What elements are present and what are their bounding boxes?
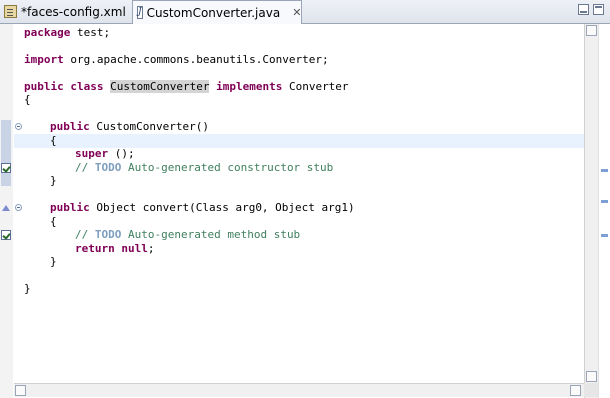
task-marker-icon[interactable] <box>1 163 11 173</box>
code-line: // TODO Auto-generated method stub <box>75 228 300 241</box>
scrollbar-corner <box>584 383 598 397</box>
code-line: } <box>50 174 57 187</box>
editor-window: *faces-config.xml J CustomConverter.java… <box>0 0 610 398</box>
horizontal-scrollbar[interactable] <box>14 383 584 397</box>
overview-marker[interactable] <box>601 234 608 237</box>
code-text-span: test; <box>70 26 111 39</box>
highlighted-identifier: CustomConverter <box>110 80 210 93</box>
annotation-ruler <box>0 24 13 398</box>
code-line: // TODO Auto-generated constructor stub <box>75 161 333 174</box>
code-line: { <box>50 134 57 147</box>
tab-label: *faces-config.xml <box>21 4 126 19</box>
keyword: return <box>75 242 115 255</box>
scroll-left-icon[interactable] <box>15 385 26 396</box>
overview-ruler <box>598 24 610 398</box>
code-text-span: Converter <box>282 80 349 93</box>
code-text-span: Object convert(Class arg0, Object arg1) <box>89 201 355 214</box>
code-text-span: { <box>24 93 31 106</box>
keyword: public <box>50 201 90 214</box>
keyword: super <box>75 147 109 160</box>
tab-label: CustomConverter.java <box>146 5 281 20</box>
editor-tab-bar: *faces-config.xml J CustomConverter.java… <box>0 0 610 24</box>
code-text-span: } <box>24 282 31 295</box>
todo-tag: TODO <box>94 161 122 174</box>
code-line: { <box>50 215 57 228</box>
todo-tag: TODO <box>94 228 122 241</box>
close-icon[interactable]: ✕ <box>292 6 301 19</box>
current-line-highlight <box>14 134 584 148</box>
comment: // <box>75 161 95 174</box>
scroll-up-icon[interactable] <box>586 25 597 36</box>
code-line: import org.apache.commons.beanutils.Conv… <box>24 53 329 66</box>
code-text-span: } <box>50 174 57 187</box>
window-controls <box>578 4 604 15</box>
keyword: implements <box>216 80 283 93</box>
java-file-icon: J <box>137 6 143 19</box>
code-editor[interactable]: package test; import org.apache.commons.… <box>0 24 610 398</box>
comment: Auto-generated method stub <box>121 228 301 241</box>
keyword: class <box>70 80 104 93</box>
code-line: public CustomConverter() <box>50 120 209 133</box>
keyword: import <box>24 53 64 66</box>
code-line: super (); <box>75 147 135 160</box>
fold-collapse-icon[interactable] <box>15 123 22 130</box>
code-text-span: CustomConverter() <box>89 120 209 133</box>
range-indicator <box>1 120 11 186</box>
code-text-span: { <box>50 215 57 228</box>
code-line: } <box>24 282 31 295</box>
code-text-span: ; <box>147 242 155 255</box>
maximize-icon[interactable] <box>593 4 604 15</box>
code-text-span: (); <box>108 147 135 160</box>
fold-collapse-icon[interactable] <box>15 204 22 211</box>
code-line: { <box>24 93 31 106</box>
overview-marker[interactable] <box>601 200 608 203</box>
keyword: null <box>121 242 148 255</box>
code-line: public class CustomConverter implements … <box>24 80 349 93</box>
code-text-span: } <box>50 255 57 268</box>
code-text-span: org.apache.commons.beanutils.Converter; <box>63 53 329 66</box>
tab-faces-config[interactable]: *faces-config.xml <box>0 0 132 23</box>
tab-custom-converter[interactable]: J CustomConverter.java ✕ <box>132 0 302 24</box>
code-line: } <box>50 255 57 268</box>
task-marker-icon[interactable] <box>1 230 11 240</box>
code-line: return null; <box>75 242 155 255</box>
override-marker-icon[interactable] <box>2 205 10 211</box>
comment: Auto-generated constructor stub <box>121 161 334 174</box>
comment: // <box>75 228 95 241</box>
scroll-down-icon[interactable] <box>586 371 597 382</box>
scroll-right-icon[interactable] <box>570 385 581 396</box>
minimize-icon[interactable] <box>578 4 589 15</box>
xml-file-icon <box>4 5 17 18</box>
keyword: package <box>24 26 71 39</box>
code-line: public Object convert(Class arg0, Object… <box>50 201 355 214</box>
code-line: package test; <box>24 26 110 39</box>
vertical-scrollbar[interactable] <box>584 24 598 398</box>
overview-marker[interactable] <box>601 169 608 172</box>
keyword: public <box>24 80 64 93</box>
keyword: public <box>50 120 90 133</box>
code-text-span: { <box>50 134 57 147</box>
